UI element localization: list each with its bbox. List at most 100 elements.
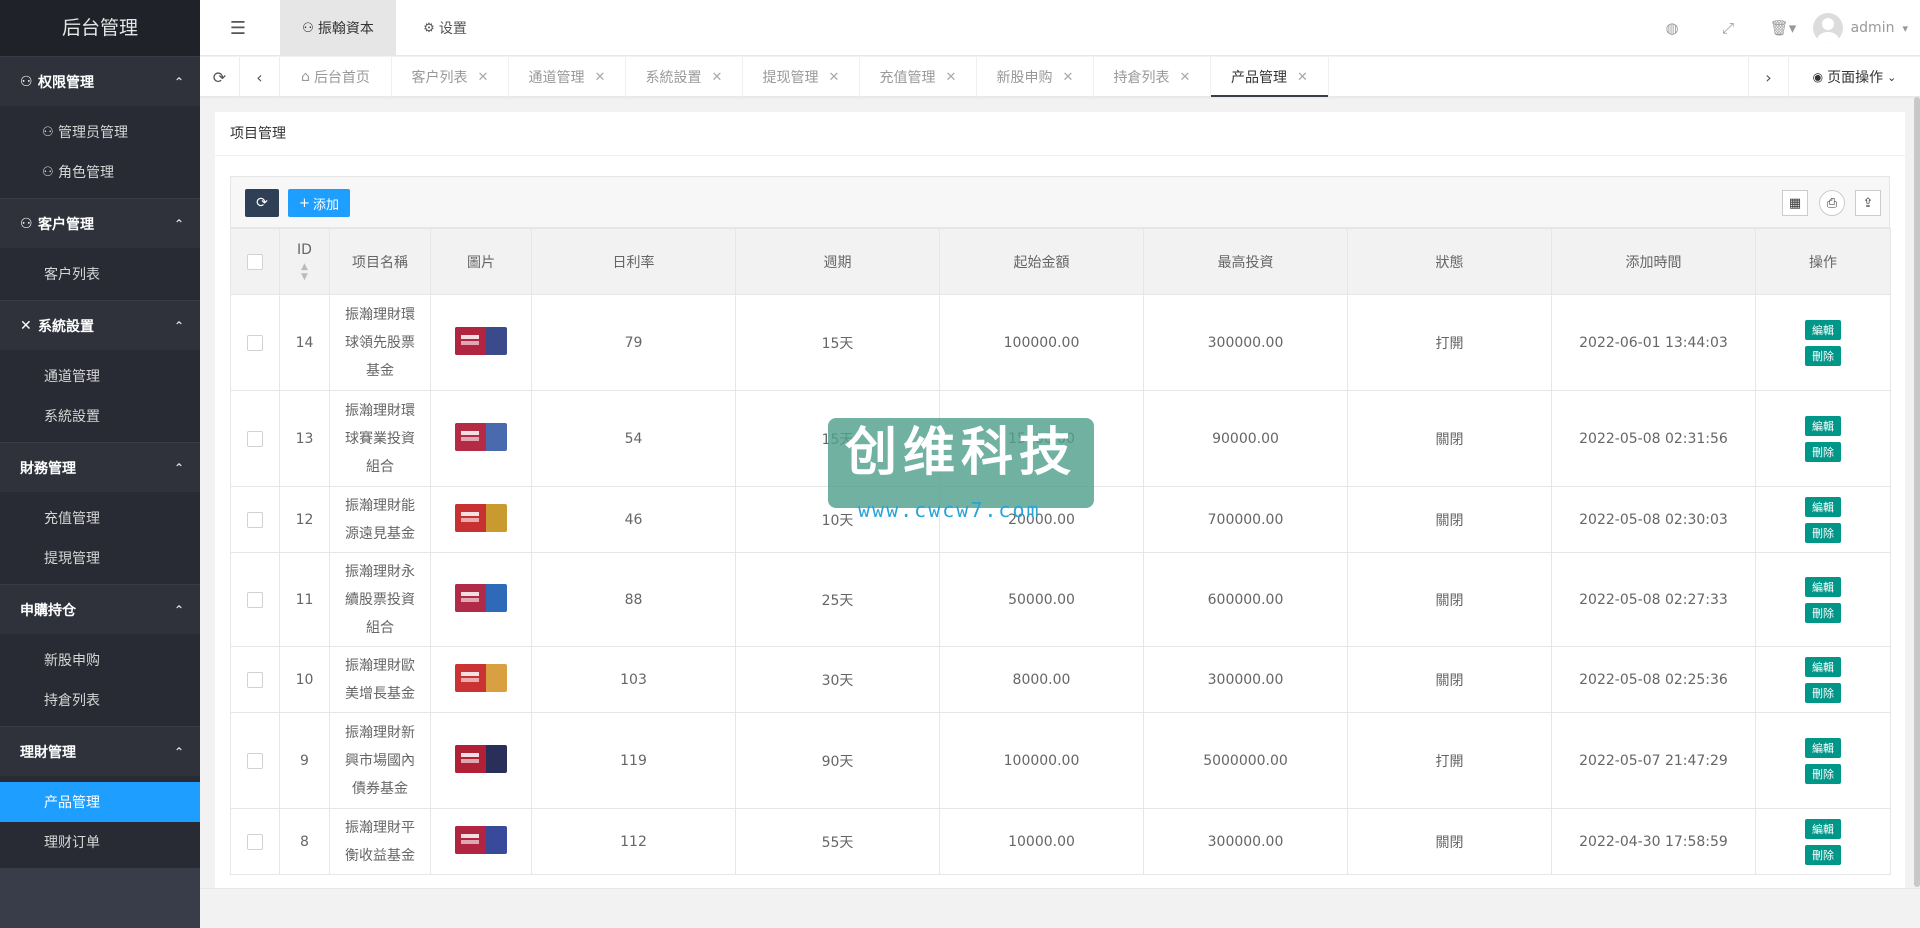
close-icon[interactable]: ✕: [1180, 70, 1191, 85]
row-actions: 編輯 刪除: [1756, 496, 1890, 543]
cell-rate: 103: [531, 646, 736, 713]
row-checkbox[interactable]: [247, 511, 263, 528]
tab-item[interactable]: 通道管理 ✕: [509, 57, 626, 97]
product-thumbnail[interactable]: [455, 503, 507, 532]
col-id[interactable]: ID ▲ ▼: [279, 228, 330, 295]
sidebar-item[interactable]: 充值管理: [0, 498, 200, 538]
nav-group-5[interactable]: 理財管理 ⌃: [0, 726, 200, 776]
tab-item[interactable]: ⌂ 后台首页: [280, 57, 392, 97]
table-refresh-button[interactable]: ⟳: [245, 189, 279, 217]
close-icon[interactable]: ✕: [595, 70, 606, 85]
fullscreen-icon[interactable]: ⤢: [1708, 0, 1748, 56]
nav-group-0[interactable]: ⚇ 权限管理 ⌃: [0, 56, 200, 106]
delete-button[interactable]: 刪除: [1805, 844, 1841, 865]
edit-button[interactable]: 編輯: [1805, 496, 1841, 517]
add-button[interactable]: + 添加: [288, 189, 350, 217]
sort-icon[interactable]: ▲ ▼: [280, 262, 329, 282]
delete-button[interactable]: 刪除: [1805, 522, 1841, 543]
tab-item[interactable]: 系統設置 ✕: [626, 57, 743, 97]
cell-status: 關閉: [1347, 486, 1552, 553]
nav-group-2[interactable]: ✕ 系統設置 ⌃: [0, 300, 200, 350]
sidebar-item[interactable]: 提現管理: [0, 538, 200, 578]
sidebar-item[interactable]: 产品管理: [0, 782, 200, 822]
print-icon[interactable]: ⎙: [1819, 190, 1845, 216]
product-card: 项目管理 ⟳ + 添加 ▦ ⎙ ⇪ ID ▲ ▼ 项目名稱 圖片 日利率 週期 起: [215, 112, 1905, 928]
delete-button[interactable]: 刪除: [1805, 441, 1841, 462]
select-all-checkbox[interactable]: [247, 253, 263, 270]
page-scrollbar[interactable]: [1914, 97, 1920, 887]
delete-button[interactable]: 刪除: [1805, 763, 1841, 784]
row-checkbox[interactable]: [247, 591, 263, 608]
close-icon[interactable]: ✕: [712, 70, 723, 85]
sidebar-item[interactable]: 持倉列表: [0, 680, 200, 720]
cell-status: 打開: [1347, 294, 1552, 391]
trash-dropdown-icon[interactable]: 🗑▾: [1760, 0, 1806, 56]
sidebar-item[interactable]: 客户列表: [0, 254, 200, 294]
edit-button[interactable]: 編輯: [1805, 818, 1841, 839]
row-checkbox[interactable]: [247, 752, 263, 769]
chevron-right-icon[interactable]: ›: [1748, 57, 1788, 97]
user-icon: ⚇: [302, 20, 314, 36]
edit-button[interactable]: 編輯: [1805, 576, 1841, 597]
product-thumbnail[interactable]: [455, 663, 507, 692]
sidebar-item[interactable]: 系統設置: [0, 396, 200, 436]
product-thumbnail[interactable]: [455, 583, 507, 612]
product-thumbnail[interactable]: [455, 744, 507, 773]
row-actions: 編輯 刪除: [1756, 737, 1890, 784]
tab-item[interactable]: 提现管理 ✕: [743, 57, 860, 97]
product-thumbnail[interactable]: [455, 326, 507, 355]
header-tab-capital[interactable]: ⚇ 振翰資本: [280, 0, 396, 56]
nav-group-4[interactable]: 申購持仓 ⌃: [0, 584, 200, 634]
user-menu[interactable]: admin ▾: [1812, 0, 1908, 56]
page-ops-button[interactable]: ◉ 页面操作 ⌄: [1788, 57, 1920, 97]
edit-button[interactable]: 編輯: [1805, 656, 1841, 677]
tab-item[interactable]: 新股申购 ✕: [977, 57, 1094, 97]
delete-button[interactable]: 刪除: [1805, 682, 1841, 703]
export-icon[interactable]: ⇪: [1855, 190, 1881, 216]
row-checkbox[interactable]: [247, 671, 263, 688]
close-icon[interactable]: ✕: [1297, 70, 1308, 85]
row-actions: 編輯 刪除: [1756, 656, 1890, 703]
header-settings-link[interactable]: ⚙ 设置: [410, 0, 480, 56]
sidebar-item[interactable]: ⚇ 角色管理: [0, 152, 200, 192]
product-name: 振瀚理財能 源遠見基金: [330, 492, 430, 548]
close-icon[interactable]: ✕: [829, 70, 840, 85]
sidebar-item[interactable]: 理财订单: [0, 822, 200, 862]
columns-icon[interactable]: ▦: [1782, 190, 1808, 216]
tab-item[interactable]: 充值管理 ✕: [860, 57, 977, 97]
sidebar-item-label: 产品管理: [44, 795, 100, 811]
row-select-cell: [230, 390, 280, 487]
row-select-cell: [230, 646, 280, 713]
product-thumbnail[interactable]: [455, 825, 507, 854]
cell-id: 12: [279, 486, 330, 553]
product-thumbnail[interactable]: [455, 422, 507, 451]
row-checkbox[interactable]: [247, 334, 263, 351]
sidebar-item[interactable]: 通道管理: [0, 356, 200, 396]
sidebar-item[interactable]: 新股申购: [0, 640, 200, 680]
refresh-icon[interactable]: ⟳: [200, 57, 240, 97]
edit-button[interactable]: 編輯: [1805, 737, 1841, 758]
tab-label: 后台首页: [313, 70, 370, 86]
close-icon[interactable]: ✕: [946, 70, 957, 85]
row-checkbox[interactable]: [247, 833, 263, 850]
delete-button[interactable]: 刪除: [1805, 602, 1841, 623]
chevron-left-icon[interactable]: ‹: [240, 57, 280, 97]
close-icon[interactable]: ✕: [1063, 70, 1074, 85]
edit-button[interactable]: 編輯: [1805, 415, 1841, 436]
cell-min: 50000.00: [939, 552, 1144, 647]
tab-item[interactable]: 产品管理 ✕: [1211, 57, 1329, 97]
edit-button[interactable]: 編輯: [1805, 319, 1841, 340]
row-checkbox[interactable]: [247, 430, 263, 447]
cell-time: 2022-05-08 02:27:33: [1551, 552, 1756, 647]
tab-item[interactable]: 持倉列表 ✕: [1094, 57, 1211, 97]
nav-group-3[interactable]: 財務管理 ⌃: [0, 442, 200, 492]
close-icon[interactable]: ✕: [478, 70, 489, 85]
globe-icon[interactable]: ◍: [1652, 0, 1692, 56]
menu-toggle-icon[interactable]: ☰: [218, 0, 258, 56]
tab-item[interactable]: 客户列表 ✕: [392, 57, 509, 97]
nav-group-1[interactable]: ⚇ 客户管理 ⌃: [0, 198, 200, 248]
app-logo[interactable]: 后台管理: [0, 0, 200, 56]
delete-button[interactable]: 刪除: [1805, 345, 1841, 366]
cell-id: 14: [279, 294, 330, 391]
sidebar-item[interactable]: ⚇ 管理员管理: [0, 112, 200, 152]
